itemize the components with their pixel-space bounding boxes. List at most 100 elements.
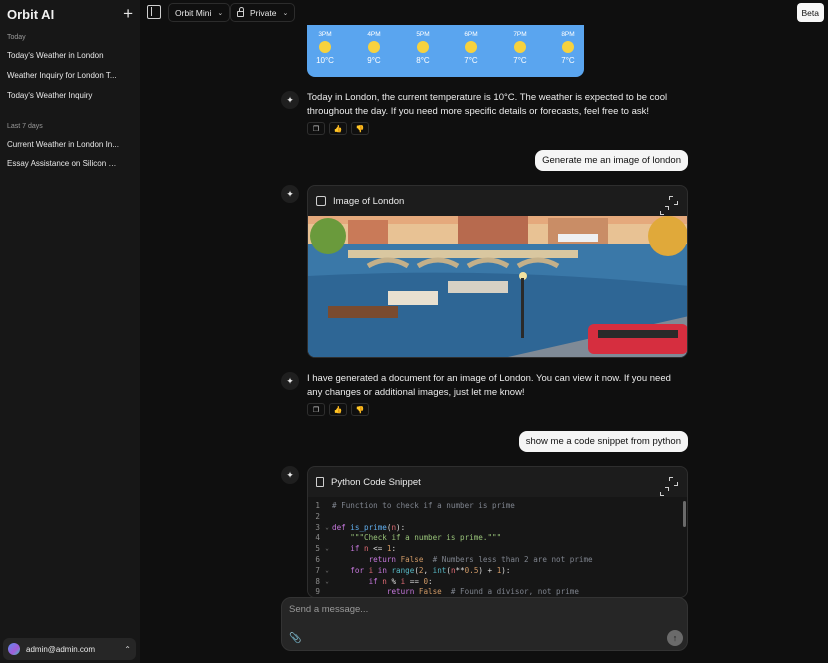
weather-widget: 3PM 10°C 4PM 9°C 5PM 8°C 6PM 7°C 7PM 7°C… [307, 25, 584, 77]
code-text: for i in range(2, int(n**0.5) + 1): [350, 565, 511, 575]
code-text: def is_prime(n): [332, 522, 406, 532]
code-line: 8 ⌄ if n % i == 0: [308, 577, 687, 588]
image-artifact-card[interactable]: Image of London [307, 185, 688, 358]
sidebar-header: Orbit AI + [7, 5, 133, 22]
weather-temp: 9°C [367, 56, 381, 65]
plus-icon[interactable]: + [123, 5, 133, 22]
assistant-message: Today in London, the current temperature… [307, 92, 668, 117]
fold-chevron-icon[interactable]: ⌄ [322, 577, 332, 588]
weather-time: 4PM [367, 31, 381, 38]
fold-chevron-icon [322, 512, 332, 523]
code-line: 6 return False # Numbers less than 2 are… [308, 555, 687, 566]
message-composer: 📎 ↑ [281, 597, 688, 651]
sun-icon [368, 41, 380, 53]
fold-chevron-icon[interactable]: ⌄ [322, 523, 332, 534]
sun-icon [514, 41, 526, 53]
beta-badge: Beta [796, 3, 824, 22]
weather-temp: 7°C [464, 56, 478, 65]
user-message: Generate me an image of london [535, 150, 688, 171]
code-text: """Check if a number is prime.""" [350, 533, 502, 543]
weather-hour: 7PM 7°C [505, 31, 535, 65]
weather-time: 8PM [561, 31, 575, 38]
message-actions: ❐ 👍 👎 [307, 122, 369, 135]
code-line: 9 return False # Found a divisor, not pr… [308, 587, 687, 597]
avatar [8, 643, 20, 655]
user-email: admin@admin.com [26, 644, 96, 654]
sidebar-chat-item[interactable]: Weather Inquiry for London T... [7, 71, 119, 80]
sparkle-icon: ✦ [281, 466, 299, 484]
app-title: Orbit AI [7, 6, 55, 22]
fold-chevron-icon [322, 533, 332, 544]
sidebar-toggle-icon[interactable] [147, 5, 161, 19]
scrollbar[interactable] [683, 501, 686, 527]
document-icon [316, 477, 324, 487]
thumbs-up-icon[interactable]: 👍 [329, 122, 347, 135]
user-message: show me a code snippet from python [518, 431, 688, 452]
sidebar: Orbit AI + Today Today's Weather in Lond… [0, 0, 140, 663]
card-title: Image of London [333, 195, 405, 207]
expand-icon[interactable] [660, 477, 678, 496]
line-number: 3 [315, 522, 320, 532]
code-block[interactable]: 1 # Function to check if a number is prim… [308, 497, 687, 597]
code-line: 2 [308, 512, 687, 523]
line-number: 9 [315, 587, 320, 597]
card-header: Python Code Snippet [308, 467, 687, 497]
weather-time: 5PM [416, 31, 430, 38]
card-header: Image of London [308, 186, 687, 216]
thumbs-up-icon[interactable]: 👍 [329, 403, 347, 416]
sidebar-chat-item[interactable]: Current Weather in London In... [7, 140, 119, 149]
sun-icon [562, 41, 574, 53]
sparkle-icon: ✦ [281, 185, 299, 203]
top-bar: Orbit Mini ⌄ Private ⌄ Beta [140, 0, 828, 26]
chevron-up-icon: ⌃ [124, 644, 131, 654]
sparkle-icon: ✦ [281, 372, 299, 390]
lock-icon [237, 7, 244, 17]
london-image [308, 216, 687, 357]
code-text: # Function to check if a number is prime [332, 501, 515, 510]
weather-temp: 7°C [513, 56, 527, 65]
weather-hour: 3PM 10°C [310, 31, 340, 65]
card-title: Python Code Snippet [331, 476, 421, 488]
message-actions: ❐ 👍 👎 [307, 403, 369, 416]
expand-icon[interactable] [660, 196, 678, 215]
chevron-down-icon: ⌄ [217, 9, 224, 17]
copy-icon[interactable]: ❐ [307, 403, 325, 416]
fold-chevron-icon[interactable]: ⌄ [322, 566, 332, 577]
fold-chevron-icon [322, 587, 332, 597]
model-label: Orbit Mini [175, 7, 212, 18]
copy-icon[interactable]: ❐ [307, 122, 325, 135]
code-artifact-card[interactable]: Python Code Snippet 1 # Function to check… [307, 466, 688, 598]
weather-hour: 5PM 8°C [408, 31, 438, 65]
code-line: 7 ⌄ for i in range(2, int(n**0.5) + 1): [308, 566, 687, 577]
code-line: 1 # Function to check if a number is prim… [308, 501, 687, 512]
thumbs-down-icon[interactable]: 👎 [351, 122, 369, 135]
chat-main: Orbit Mini ⌄ Private ⌄ Beta 3PM 10°C 4PM… [140, 0, 828, 663]
thumbs-down-icon[interactable]: 👎 [351, 403, 369, 416]
code-line: 5 ⌄ if n <= 1: [308, 544, 687, 555]
weather-temp: 7°C [561, 56, 575, 65]
fold-chevron-icon[interactable]: ⌄ [322, 544, 332, 555]
paperclip-icon[interactable]: 📎 [289, 633, 301, 644]
fold-chevron-icon [322, 555, 332, 566]
line-number: 2 [315, 511, 320, 521]
assistant-message: I have generated a document for an image… [307, 373, 671, 398]
image-icon [316, 196, 326, 206]
message-input[interactable] [289, 604, 649, 615]
weather-hour: 6PM 7°C [456, 31, 486, 65]
sidebar-group-label: Today [7, 34, 26, 41]
line-number: 5 [315, 544, 320, 554]
send-button[interactable]: ↑ [667, 630, 683, 646]
line-number: 7 [315, 565, 320, 575]
weather-temp: 8°C [416, 56, 430, 65]
sidebar-chat-item[interactable]: Essay Assistance on Silicon V... [7, 159, 119, 168]
sidebar-chat-item[interactable]: Today's Weather in London [7, 51, 119, 60]
line-number: 6 [315, 554, 320, 564]
code-text: if n <= 1: [350, 544, 397, 554]
visibility-selector[interactable]: Private ⌄ [230, 3, 296, 22]
line-number: 1 [315, 501, 320, 510]
sidebar-chat-item[interactable]: Today's Weather Inquiry [7, 91, 119, 100]
model-selector[interactable]: Orbit Mini ⌄ [168, 3, 231, 22]
sparkle-icon: ✦ [281, 91, 299, 109]
user-menu[interactable]: admin@admin.com ⌃ [3, 638, 136, 660]
weather-time: 7PM [513, 31, 527, 38]
